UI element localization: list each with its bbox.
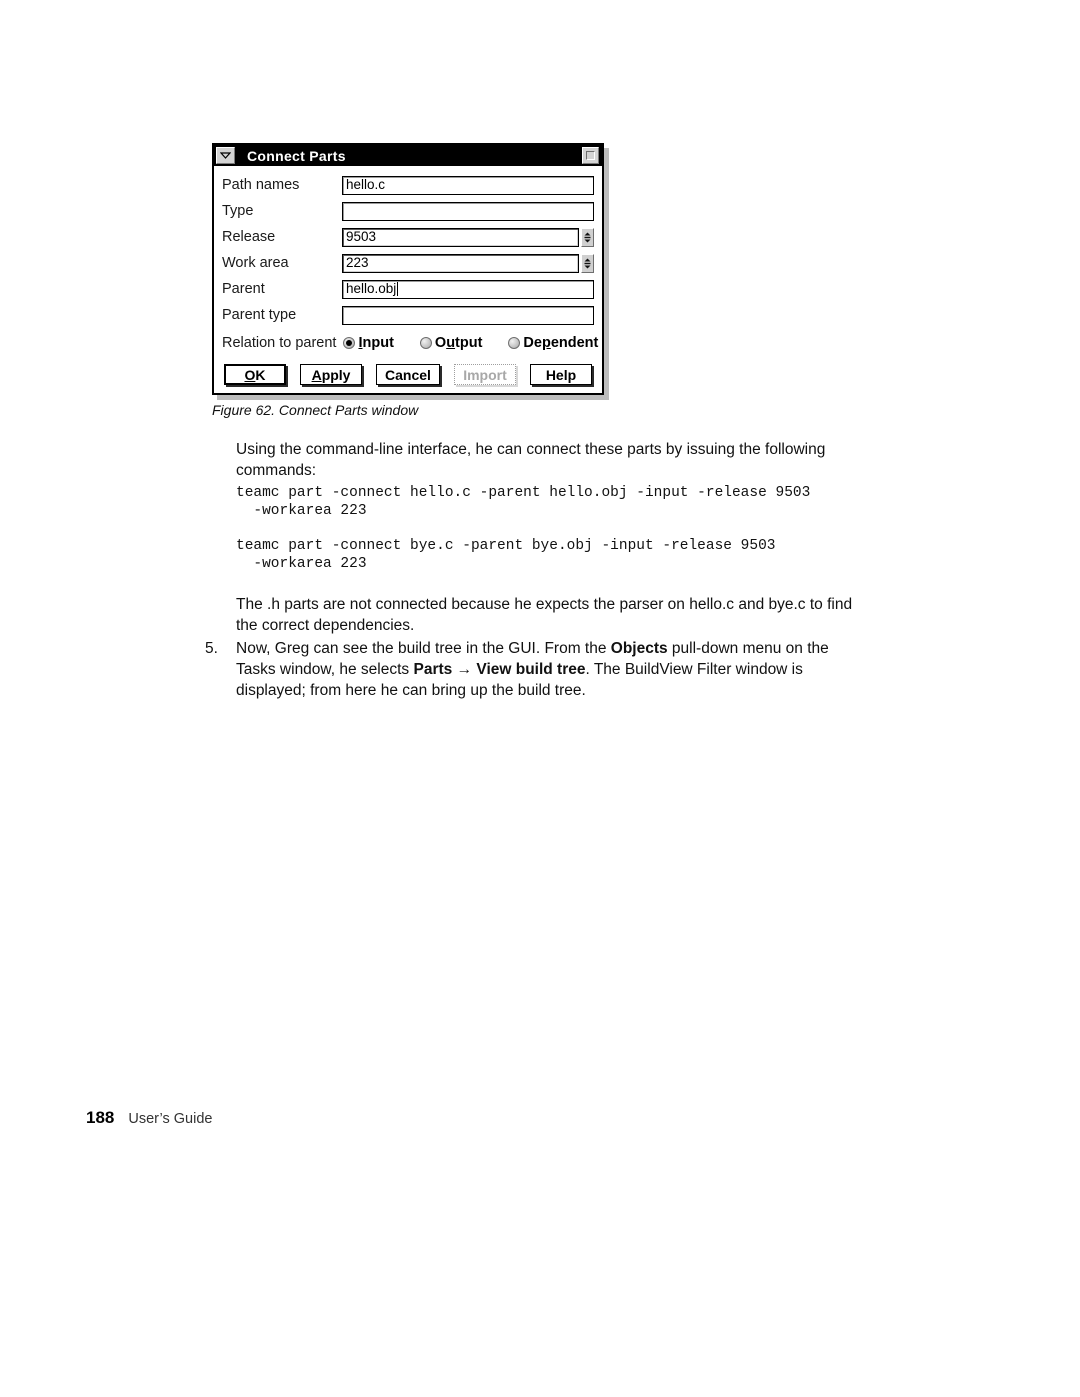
list-item-number: 5. bbox=[205, 640, 218, 657]
menu-parts-bold: Parts bbox=[413, 661, 453, 678]
code-block-2: teamc part -connect bye.c -parent bye.ob… bbox=[236, 538, 776, 572]
field-box-parent-type bbox=[342, 305, 594, 325]
radio-dependent-label: Dependent bbox=[523, 334, 599, 351]
field-row-release: Release 9503 bbox=[222, 224, 594, 250]
work-area-stepper-icon[interactable] bbox=[581, 253, 594, 273]
field-row-work-area: Work area 223 bbox=[222, 250, 594, 276]
dialog-body: Path names hello.c Type Release 9503 Wor… bbox=[214, 166, 602, 393]
parent-type-input[interactable] bbox=[342, 305, 594, 325]
type-input[interactable] bbox=[342, 201, 594, 221]
radio-dependent[interactable]: Dependent bbox=[508, 336, 598, 351]
page-number: 188 bbox=[86, 1108, 115, 1127]
label-parent: Parent bbox=[222, 280, 265, 297]
arrow-icon: → bbox=[456, 661, 473, 678]
dialog-titlebar[interactable]: Connect Parts bbox=[214, 145, 602, 166]
radio-input-indicator[interactable] bbox=[343, 337, 356, 349]
apply-button[interactable]: Apply bbox=[300, 364, 363, 385]
code-block-1: teamc part -connect hello.c -parent hell… bbox=[236, 485, 811, 519]
list-item: 5. Now, Greg can see the build tree in t… bbox=[205, 638, 865, 701]
help-button[interactable]: Help bbox=[529, 364, 592, 385]
field-box-type bbox=[342, 201, 594, 221]
field-box-work-area: 223 bbox=[342, 253, 594, 273]
path-names-input[interactable]: hello.c bbox=[342, 175, 594, 195]
release-stepper-icon[interactable] bbox=[581, 227, 594, 247]
dialog-title: Connect Parts bbox=[247, 147, 346, 164]
label-type: Type bbox=[222, 202, 254, 219]
figure-caption: Figure 62. Connect Parts window bbox=[212, 402, 419, 418]
label-release: Release bbox=[222, 228, 276, 245]
h-parts-paragraph: The .h parts are not connected because h… bbox=[236, 596, 853, 634]
menu-view-build-tree-bold: View build tree bbox=[476, 661, 586, 678]
field-row-parent: Parent hello.obj bbox=[222, 276, 594, 302]
connect-parts-dialog: Connect Parts Path names hello.c Type Re… bbox=[212, 143, 604, 395]
dialog-frame: Connect Parts Path names hello.c Type Re… bbox=[212, 143, 604, 395]
intro-paragraph: Using the command-line interface, he can… bbox=[236, 441, 826, 479]
list-item-text: Now, Greg can see the build tree in the … bbox=[236, 640, 829, 699]
book-title: User’s Guide bbox=[128, 1111, 213, 1127]
maximize-glyph bbox=[586, 151, 595, 160]
ok-button[interactable]: OK bbox=[224, 364, 286, 385]
radio-output-label: Output bbox=[434, 334, 483, 351]
field-box-parent: hello.obj bbox=[342, 279, 594, 299]
field-row-path-names: Path names hello.c bbox=[222, 172, 594, 198]
radio-input-label: Input bbox=[358, 334, 394, 351]
work-area-input[interactable]: 223 bbox=[342, 253, 579, 273]
menu-objects-bold: Objects bbox=[610, 640, 668, 657]
release-input[interactable]: 9503 bbox=[342, 227, 579, 247]
radio-input[interactable]: Input bbox=[343, 334, 394, 351]
field-box-release: 9503 bbox=[342, 227, 594, 247]
label-path-names: Path names bbox=[222, 176, 300, 193]
parent-input-wrapper[interactable]: hello.obj bbox=[342, 279, 594, 299]
label-work-area: Work area bbox=[222, 254, 289, 271]
maximize-icon[interactable] bbox=[582, 147, 599, 164]
field-box-path-names: hello.c bbox=[342, 175, 594, 195]
cancel-button[interactable]: Cancel bbox=[376, 364, 440, 385]
parent-input-value: hello.obj bbox=[346, 281, 397, 297]
radio-output[interactable]: Output bbox=[419, 334, 483, 351]
chevron-down-icon[interactable] bbox=[216, 147, 235, 164]
field-row-type: Type bbox=[222, 198, 594, 224]
page-footer: 188 User’s Guide bbox=[86, 1108, 212, 1128]
dialog-button-row: OK Apply Cancel Import Help bbox=[222, 356, 594, 393]
field-row-parent-type: Parent type bbox=[222, 302, 594, 328]
import-button: Import bbox=[453, 364, 516, 385]
radio-output-indicator[interactable] bbox=[419, 337, 432, 349]
text-caret bbox=[397, 282, 399, 296]
relation-to-parent-label: Relation to parent bbox=[222, 335, 337, 351]
relation-to-parent-group: Relation to parent Input Output Dependen… bbox=[222, 330, 598, 356]
radio-dependent-indicator[interactable] bbox=[508, 337, 521, 349]
label-parent-type: Parent type bbox=[222, 306, 297, 323]
